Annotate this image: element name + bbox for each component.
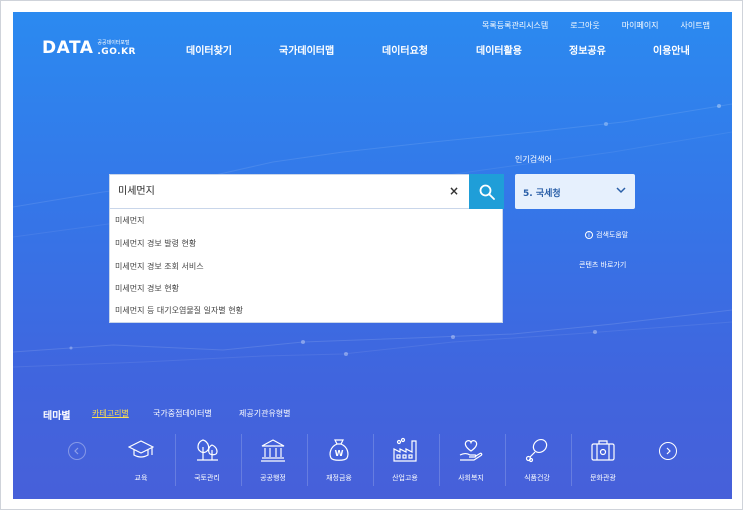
- nav-item-info-share[interactable]: 정보공유: [569, 42, 606, 57]
- search-help-link[interactable]: i 검색도움말: [585, 230, 628, 240]
- nav-item-data-use[interactable]: 데이터활용: [476, 42, 522, 57]
- category-land-management[interactable]: 국토관리: [177, 432, 237, 492]
- category-education[interactable]: 교육: [111, 432, 171, 492]
- carousel-next-button[interactable]: [659, 442, 677, 460]
- util-link-sitemap[interactable]: 사이트맵: [681, 20, 710, 31]
- graduation-cap-icon: [128, 440, 154, 458]
- autocomplete-item[interactable]: 미세먼지 등 대기오염물질 일자별 현황: [115, 305, 243, 316]
- theme-title: 테마별: [43, 411, 71, 422]
- nav-item-find-data[interactable]: 데이터찾기: [186, 42, 232, 57]
- category-industry[interactable]: 산업고용: [375, 432, 435, 492]
- chevron-down-icon: [616, 187, 626, 194]
- search-icon: [479, 184, 495, 200]
- autocomplete-item[interactable]: 미세먼지 경보 현황: [115, 283, 179, 294]
- divider: [439, 434, 440, 486]
- heart-hand-icon: [459, 440, 483, 461]
- category-welfare[interactable]: 사회복지: [441, 432, 501, 492]
- content-shortcut-link[interactable]: 콘텐츠 바로가기: [579, 260, 626, 270]
- search-help-label: 검색도움말: [596, 231, 629, 239]
- trees-icon: [197, 439, 218, 461]
- category-label: 사회복지: [458, 474, 484, 482]
- nav-item-national-data-map[interactable]: 국가데이터맵: [279, 42, 334, 57]
- category-label: 국토관리: [194, 474, 220, 482]
- category-food-health[interactable]: 식품건강: [507, 432, 567, 492]
- autocomplete-item[interactable]: 미세먼지 경보 발령 현황: [115, 238, 196, 249]
- category-culture-tourism[interactable]: 문화관광: [573, 432, 633, 492]
- suitcase-icon: [591, 440, 615, 461]
- autocomplete-list: 미세먼지 미세먼지 경보 발령 현황 미세먼지 경보 조회 서비스 미세먼지 경…: [109, 209, 503, 323]
- tab-national-key-data[interactable]: 국가중점데이터별: [153, 408, 212, 419]
- popular-keywords-dropdown[interactable]: 5. 국세청: [515, 174, 635, 209]
- drumstick-icon: [525, 438, 548, 463]
- money-bag-icon: W: [329, 439, 349, 461]
- factory-icon: [393, 437, 417, 462]
- category-public-admin[interactable]: 공공행정: [243, 432, 303, 492]
- search-button[interactable]: [469, 174, 504, 209]
- utility-nav: 목록등록관리시스템 로그아웃 마이페이지 사이트맵: [482, 20, 710, 31]
- popular-keyword-selected: 5. 국세청: [523, 189, 561, 199]
- info-icon: i: [585, 231, 593, 239]
- chevron-left-icon: [74, 447, 79, 455]
- divider: [505, 434, 506, 486]
- divider: [175, 434, 176, 486]
- category-label: 재정금융: [326, 474, 352, 482]
- divider: [307, 434, 308, 486]
- government-building-icon: [261, 439, 285, 462]
- autocomplete-item[interactable]: 미세먼지 경보 조회 서비스: [115, 261, 204, 272]
- util-link-mypage[interactable]: 마이페이지: [622, 20, 659, 31]
- category-label: 공공행정: [260, 474, 286, 482]
- clear-search-button[interactable]: ×: [449, 184, 459, 198]
- search-box: ×: [109, 174, 503, 209]
- popular-keywords-label: 인기검색어: [515, 155, 552, 164]
- search-input[interactable]: [118, 184, 438, 195]
- carousel-prev-button[interactable]: [68, 442, 86, 460]
- hero-section: 목록등록관리시스템 로그아웃 마이페이지 사이트맵 DATA 공공데이터포털 .…: [13, 12, 732, 499]
- category-label: 문화관광: [590, 474, 616, 482]
- divider: [571, 434, 572, 486]
- divider: [373, 434, 374, 486]
- nav-item-guide[interactable]: 이용안내: [653, 42, 690, 57]
- nav-item-data-request[interactable]: 데이터요청: [382, 42, 428, 57]
- category-label: 식품건강: [524, 474, 550, 482]
- tab-provider-type[interactable]: 제공기관유형별: [239, 408, 291, 419]
- chevron-right-icon: [666, 447, 671, 455]
- page-frame: 목록등록관리시스템 로그아웃 마이페이지 사이트맵 DATA 공공데이터포털 .…: [0, 0, 743, 510]
- tab-category[interactable]: 카테고리별: [92, 408, 129, 419]
- category-finance[interactable]: W 재정금융: [309, 432, 369, 492]
- svg-text:W: W: [335, 449, 344, 458]
- divider: [241, 434, 242, 486]
- autocomplete-item[interactable]: 미세먼지: [115, 215, 144, 226]
- util-link-registry[interactable]: 목록등록관리시스템: [482, 20, 548, 31]
- category-label: 산업고용: [392, 474, 418, 482]
- main-nav: 데이터찾기 국가데이터맵 데이터요청 데이터활용 정보공유 이용안내: [13, 42, 732, 58]
- category-label: 교육: [134, 474, 148, 482]
- util-link-logout[interactable]: 로그아웃: [570, 20, 599, 31]
